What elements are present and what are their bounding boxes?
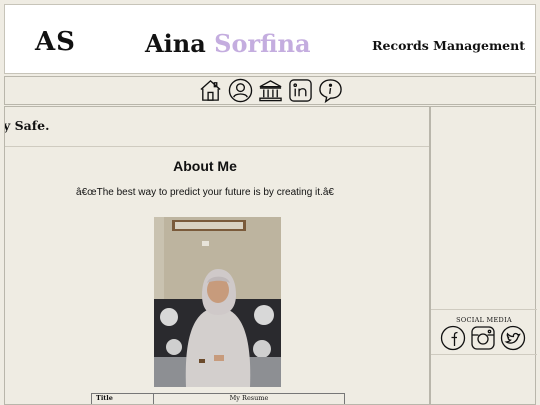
nav-linkedin-button[interactable] xyxy=(288,78,313,103)
brand-last-name: Sorfina xyxy=(214,29,311,58)
social-media-label: SOCIAL MEDIA xyxy=(456,316,512,324)
sidebar: SOCIAL MEDIA xyxy=(430,106,537,405)
nav-info-button[interactable] xyxy=(318,78,343,103)
about-heading: About Me xyxy=(173,158,237,174)
brand-first-name: Aina xyxy=(145,29,206,58)
resume-table: Title My Resume xyxy=(91,393,345,404)
logo-initials[interactable]: AS xyxy=(35,27,76,57)
site-brand[interactable]: Aina Sorfina xyxy=(145,29,311,58)
nav-institution-button[interactable] xyxy=(258,78,283,103)
home-icon xyxy=(199,79,221,101)
resume-link[interactable]: My Resume xyxy=(154,394,344,404)
twitter-link[interactable] xyxy=(500,325,526,351)
icon-nav-bar xyxy=(4,76,536,105)
social-media-panel: SOCIAL MEDIA xyxy=(431,309,537,355)
linkedin-icon xyxy=(288,79,312,102)
about-quote: â€œThe best way to predict your future i… xyxy=(76,187,334,198)
resume-table-header: Title xyxy=(92,394,154,404)
nav-profile-button[interactable] xyxy=(228,78,253,103)
scrolling-banner-text: y Safe. xyxy=(4,118,50,133)
nav-home-button[interactable] xyxy=(198,78,223,103)
content-divider xyxy=(5,146,429,147)
facebook-icon xyxy=(440,325,466,351)
instagram-link[interactable] xyxy=(470,325,496,351)
main-content: y Safe. About Me â€œThe best way to pred… xyxy=(4,106,430,405)
profile-photo xyxy=(154,217,281,387)
site-header: AS Aina Sorfina Records Management xyxy=(4,4,536,74)
social-icon-row xyxy=(440,325,526,351)
user-icon xyxy=(228,78,252,103)
info-icon xyxy=(318,79,342,103)
facebook-link[interactable] xyxy=(440,325,466,351)
profile-photo-illustration xyxy=(154,217,281,387)
instagram-icon xyxy=(471,326,495,350)
twitter-icon xyxy=(500,325,526,351)
site-tagline: Records Management xyxy=(372,38,525,53)
bank-icon xyxy=(258,80,282,102)
